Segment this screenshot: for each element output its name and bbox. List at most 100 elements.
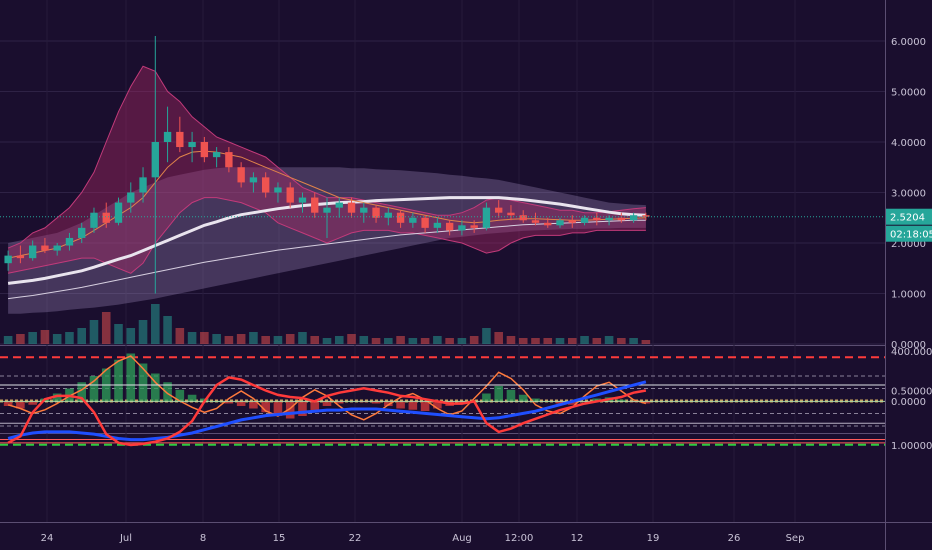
candle[interactable] — [114, 202, 123, 223]
candle[interactable] — [237, 167, 245, 183]
volume-bar — [457, 338, 467, 344]
osc-histogram-bar — [151, 373, 160, 401]
volume-bar — [506, 336, 516, 344]
candle[interactable] — [556, 220, 564, 226]
candle[interactable] — [409, 217, 417, 223]
candle[interactable] — [445, 222, 454, 231]
candle[interactable] — [519, 215, 527, 221]
candle[interactable] — [151, 142, 159, 178]
volume-bar — [3, 336, 13, 344]
candle[interactable] — [102, 212, 110, 223]
candle[interactable] — [482, 207, 491, 228]
volume-bar — [151, 304, 160, 344]
osc-histogram-bar — [408, 401, 418, 410]
osc-tick-label: 0.0000 — [891, 397, 926, 408]
volume-bar — [273, 336, 283, 344]
candle[interactable] — [65, 237, 74, 246]
volume-bar — [543, 338, 553, 344]
candle[interactable] — [507, 212, 515, 216]
volume-bar — [298, 332, 307, 344]
time-tick-label: 12:00 — [505, 533, 534, 544]
candle[interactable] — [4, 255, 12, 264]
candle[interactable] — [580, 217, 589, 223]
chart-canvas[interactable]: 6.00005.00004.00003.00002.00001.00000.00… — [0, 0, 932, 550]
volume-bar — [396, 336, 405, 344]
osc-histogram-bar — [89, 376, 99, 401]
volume-bar — [359, 336, 369, 344]
time-tick-label: 8 — [200, 533, 206, 544]
volume-bar — [16, 334, 25, 344]
time-tick-label: Jul — [119, 533, 132, 544]
candle[interactable] — [495, 207, 503, 213]
volume-bar — [433, 336, 442, 344]
candle[interactable] — [458, 225, 466, 231]
candle[interactable] — [176, 131, 184, 148]
volume-bar — [200, 332, 209, 344]
candle[interactable] — [629, 215, 638, 221]
volume-bar — [629, 338, 638, 344]
candle[interactable] — [16, 255, 25, 259]
candle[interactable] — [470, 225, 478, 228]
volume-bar — [224, 336, 234, 344]
candle[interactable] — [617, 217, 626, 221]
volume-bar — [187, 332, 197, 344]
candle[interactable] — [347, 202, 356, 213]
candle[interactable] — [139, 177, 147, 193]
osc-tick-label: 400.0000 — [891, 347, 932, 358]
candle[interactable] — [568, 220, 576, 223]
candle[interactable] — [531, 220, 540, 223]
candle[interactable] — [127, 192, 135, 203]
price-tick-label: 4.0000 — [891, 138, 926, 149]
candle[interactable] — [298, 197, 307, 203]
candle[interactable] — [421, 217, 429, 228]
candle[interactable] — [262, 177, 270, 193]
volume-bar — [249, 332, 258, 344]
volume-bar — [580, 336, 589, 344]
volume-bar — [212, 334, 221, 344]
time-tick-label: 22 — [349, 533, 362, 544]
volume-bar — [114, 324, 123, 344]
candle[interactable] — [360, 207, 368, 213]
candle[interactable] — [249, 177, 258, 183]
candle[interactable] — [396, 212, 405, 223]
time-tick-label: 24 — [41, 533, 54, 544]
osc-histogram-bar — [617, 399, 626, 401]
volume-bar — [384, 338, 393, 344]
candle[interactable] — [41, 245, 49, 251]
candle[interactable] — [188, 142, 196, 148]
volume-bar — [163, 316, 172, 344]
candle[interactable] — [274, 187, 282, 193]
candle[interactable] — [335, 202, 343, 208]
countdown-label: 02:18:05 — [890, 230, 932, 241]
volume-bar — [261, 336, 270, 344]
candle[interactable] — [78, 227, 86, 238]
volume-bar — [40, 330, 50, 344]
volume-bar — [236, 334, 246, 344]
volume-bar — [445, 338, 454, 344]
candle[interactable] — [544, 222, 552, 226]
candle[interactable] — [90, 212, 98, 228]
candle[interactable] — [605, 217, 613, 221]
osc-histogram-bar — [114, 359, 123, 401]
last-price-label: 2.5204 — [890, 213, 925, 224]
candle[interactable] — [311, 197, 319, 213]
candle[interactable] — [225, 152, 233, 168]
volume-bar — [89, 320, 99, 344]
volume-bar — [138, 320, 148, 344]
candle[interactable] — [200, 142, 209, 158]
candle[interactable] — [28, 245, 37, 259]
candle[interactable] — [163, 131, 172, 142]
osc-histogram-bar — [126, 353, 136, 401]
volume-bar — [494, 332, 503, 344]
candle[interactable] — [286, 187, 294, 203]
volume-bar — [65, 332, 74, 344]
volume-bar — [126, 328, 136, 344]
candle[interactable] — [433, 222, 442, 228]
volume-bar — [310, 336, 320, 344]
candle[interactable] — [212, 152, 221, 158]
candle[interactable] — [323, 207, 331, 213]
candle[interactable] — [53, 245, 61, 251]
volume-bar — [604, 336, 614, 344]
candle[interactable] — [593, 217, 601, 221]
volume-bar — [285, 334, 295, 344]
